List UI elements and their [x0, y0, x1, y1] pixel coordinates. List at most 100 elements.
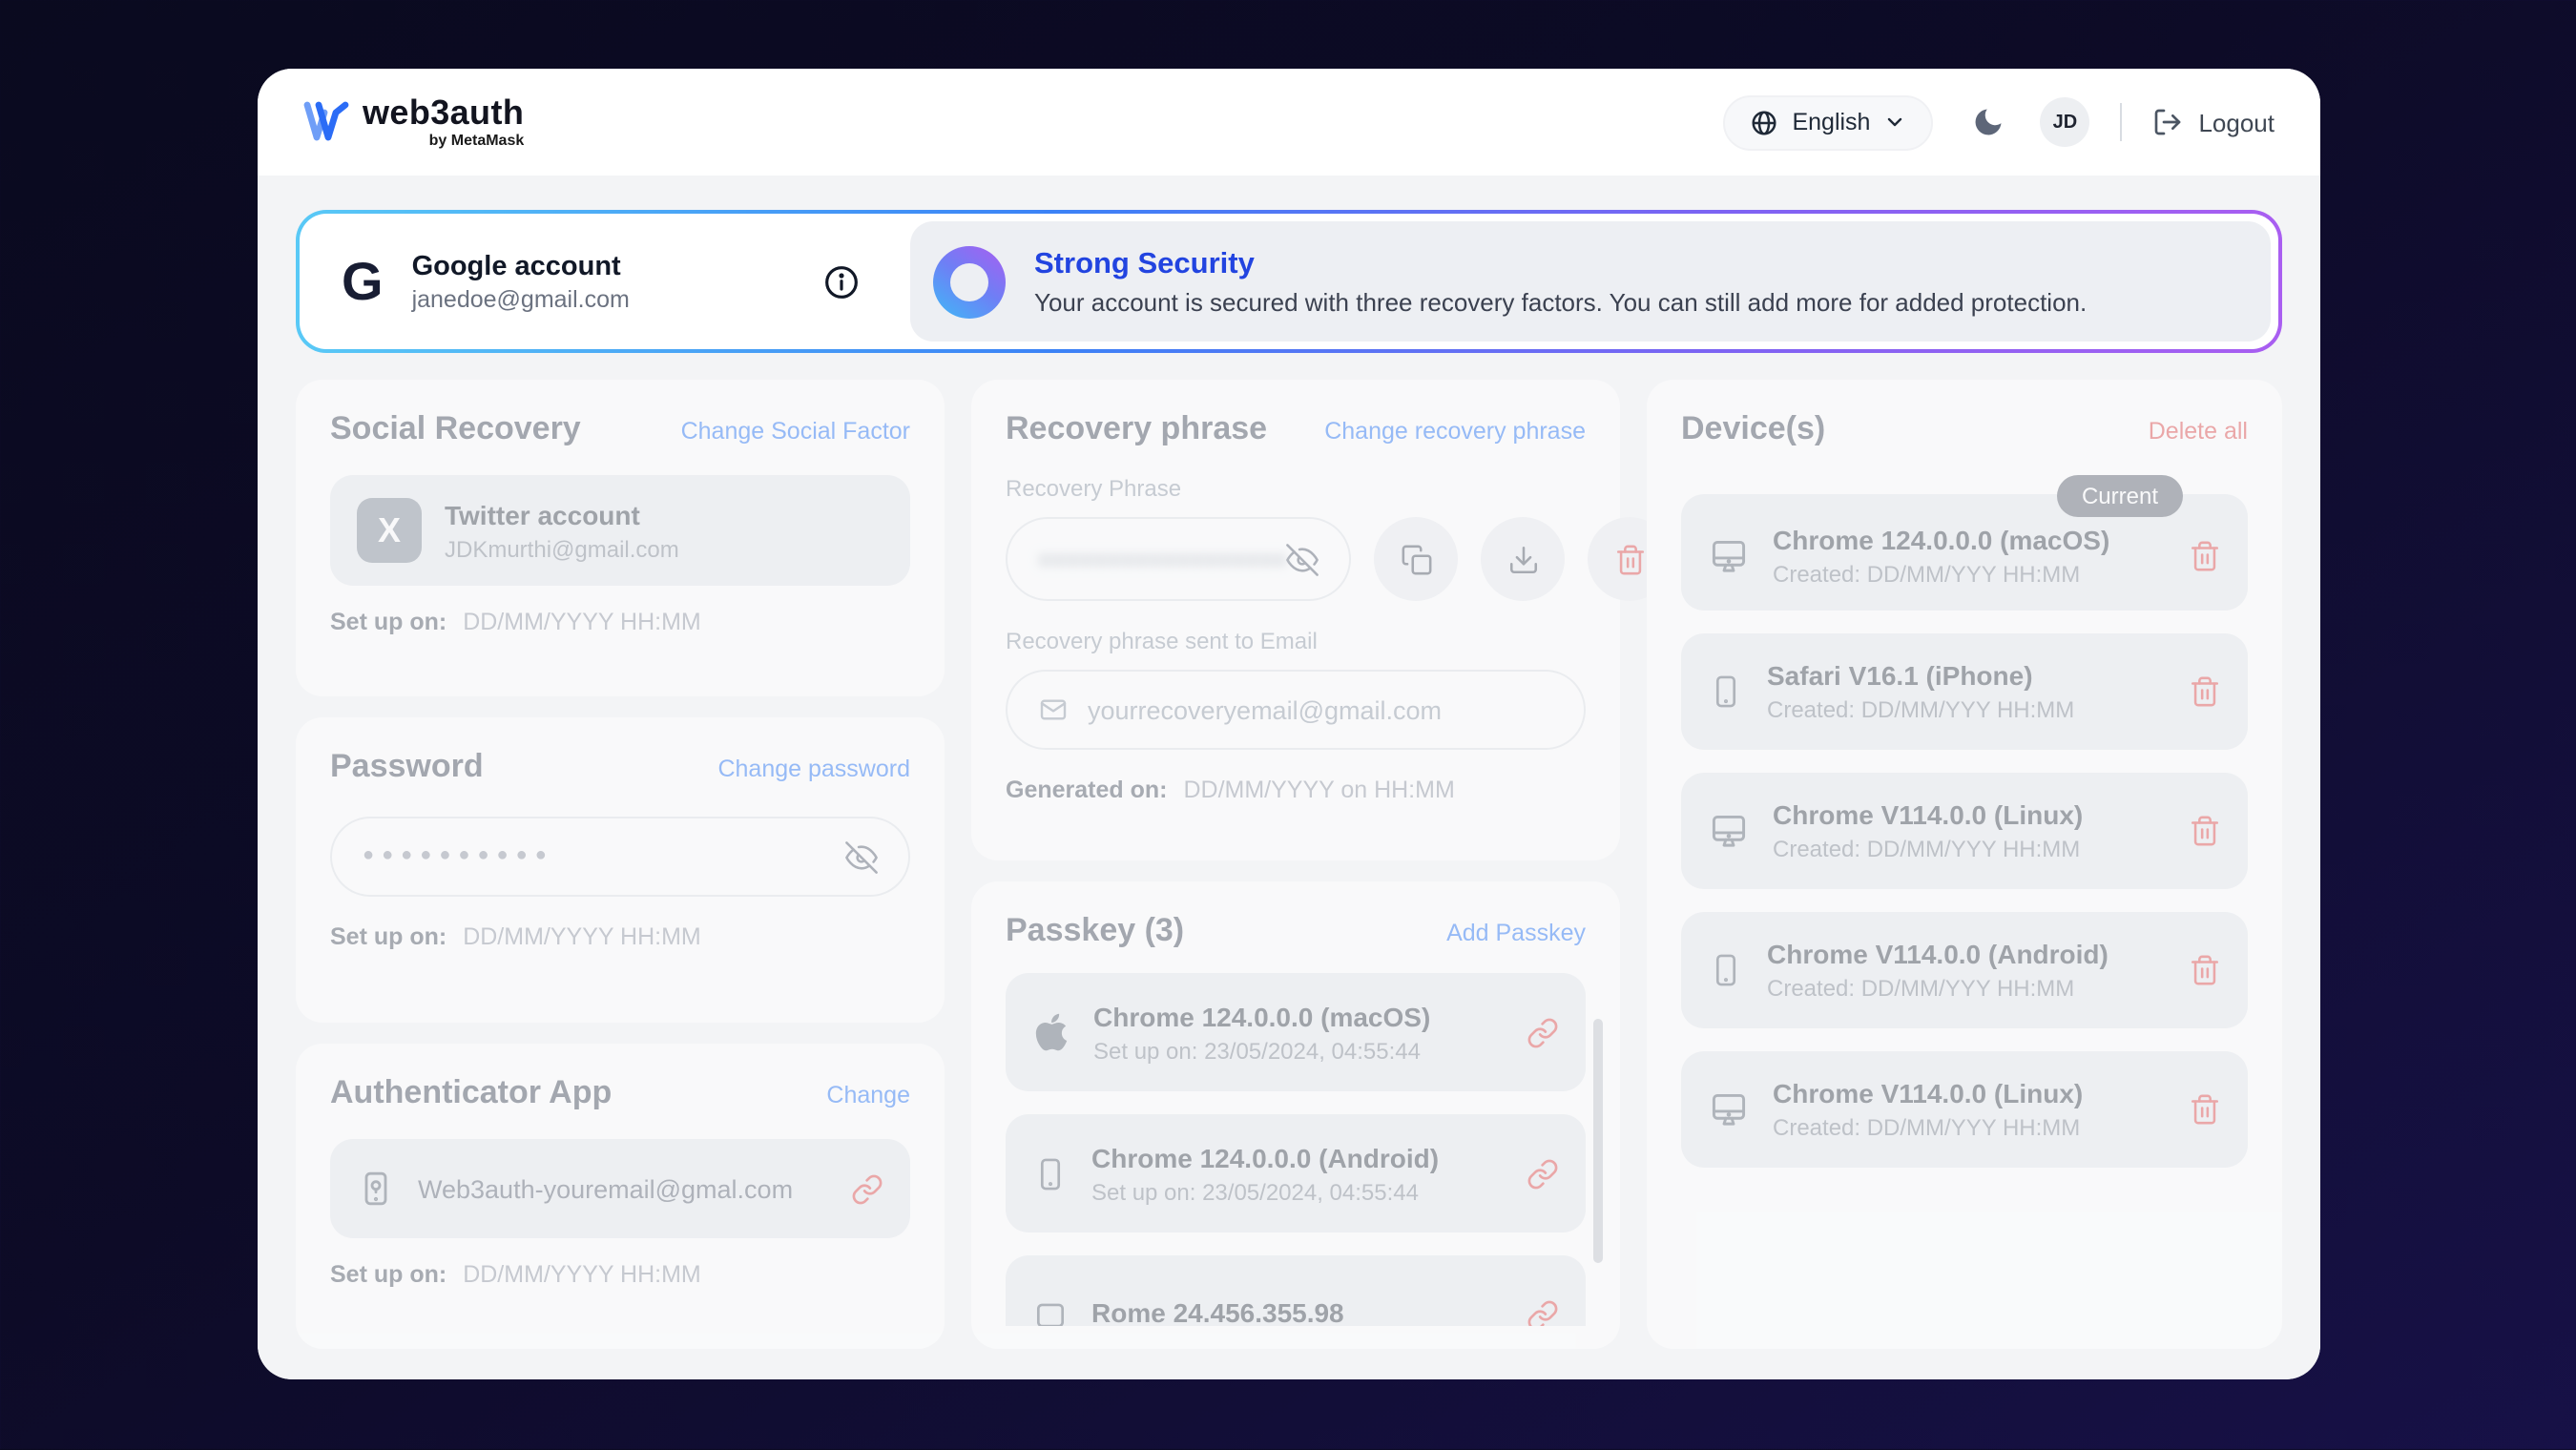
logout-label: Logout — [2198, 108, 2275, 136]
trash-icon[interactable] — [2189, 1093, 2221, 1126]
trash-icon[interactable] — [2189, 954, 2221, 986]
download-phrase-button[interactable] — [1482, 517, 1566, 601]
device-list: Chrome 124.0.0.0 (macOS) Created: DD/MM/… — [1681, 494, 2248, 1168]
change-social-factor-link[interactable]: Change Social Factor — [681, 418, 910, 445]
passkey-item-subtitle: Set up on: 23/05/2024, 04:55:44 — [1091, 1178, 1504, 1205]
chevron-down-icon — [1883, 111, 1906, 134]
device-title: Chrome V114.0.0 (Android) — [1767, 939, 2166, 969]
passkey-card: Passkey (3) Add Passkey Chrome 124.0.0.0… — [971, 881, 1620, 1349]
security-status-title: Strong Security — [1034, 247, 2087, 281]
app-header: web3auth by MetaMask English — [258, 69, 2320, 176]
device-created: Created: DD/MM/YYY HH:MM — [1773, 561, 2166, 588]
security-banner: G Google account janedoe@gmail.com — [296, 210, 2282, 353]
x-twitter-icon: X — [357, 498, 422, 563]
content-area: G Google account janedoe@gmail.com — [258, 176, 2320, 1379]
passkey-item-title: Rome 24.456.355.98 — [1091, 1296, 1504, 1326]
security-level-icon — [933, 245, 1006, 318]
recovery-phrase-label: Recovery Phrase — [1006, 475, 1586, 502]
info-icon[interactable] — [822, 262, 861, 300]
eye-off-icon[interactable] — [1287, 543, 1319, 575]
provider-email: janedoe@gmail.com — [412, 285, 630, 312]
device-title: Chrome 124.0.0.0 (macOS) — [1773, 525, 2166, 555]
web3auth-logo-icon — [303, 101, 349, 143]
authenticator-card: Authenticator App Change Web3auth-yourem… — [296, 1044, 945, 1349]
security-status-description: Your account is secured with three recov… — [1034, 287, 2087, 316]
trash-icon — [1614, 543, 1647, 575]
password-card: Password Change password ●●●●●●●●●● Set … — [296, 717, 945, 1023]
brand-name: web3auth — [363, 95, 524, 130]
security-status: Strong Security Your account is secured … — [910, 221, 2271, 342]
device-created: Created: DD/MM/YYY HH:MM — [1767, 696, 2166, 723]
device-item: Safari V16.1 (iPhone) Created: DD/MM/YYY… — [1681, 633, 2248, 750]
recovery-email-label: Recovery phrase sent to Email — [1006, 628, 1586, 654]
change-authenticator-link[interactable]: Change — [826, 1082, 910, 1108]
authenticator-title: Authenticator App — [330, 1074, 612, 1112]
recovery-phrase-field[interactable]: ●●●●●●●●●●●●●●●●●● — [1006, 517, 1352, 601]
link-icon[interactable] — [1527, 1298, 1559, 1326]
phone-icon — [1708, 672, 1744, 712]
setup-on-value: DD/MM/YYYY HH:MM — [463, 1261, 701, 1288]
generated-on-label: Generated on: — [1006, 777, 1168, 803]
authenticator-item: Web3auth-youremail@gmal.com — [330, 1139, 910, 1238]
password-masked-value: ●●●●●●●●●● — [363, 847, 845, 866]
trash-icon[interactable] — [2189, 540, 2221, 572]
phone-icon — [1708, 950, 1744, 990]
desktop-icon — [1708, 810, 1750, 852]
authenticator-phone-icon — [357, 1168, 395, 1210]
change-recovery-phrase-link[interactable]: Change recovery phrase — [1324, 418, 1586, 445]
setup-on-label: Set up on: — [330, 923, 447, 950]
authenticator-account: Web3auth-youremail@gmal.com — [418, 1174, 828, 1203]
add-passkey-link[interactable]: Add Passkey — [1446, 920, 1586, 946]
change-password-link[interactable]: Change password — [717, 756, 910, 782]
trash-icon[interactable] — [2189, 815, 2221, 847]
mail-icon — [1038, 694, 1069, 725]
provider-title: Google account — [412, 251, 630, 281]
recovery-phrase-hidden-value: ●●●●●●●●●●●●●●●●●● — [1038, 546, 1287, 572]
device-title: Chrome V114.0.0 (Linux) — [1773, 1078, 2166, 1108]
password-field[interactable]: ●●●●●●●●●● — [330, 817, 910, 897]
device-title: Safari V16.1 (iPhone) — [1767, 660, 2166, 691]
apple-icon — [1032, 1011, 1070, 1053]
avatar-initials: JD — [2053, 112, 2078, 133]
recovery-phrase-title: Recovery phrase — [1006, 410, 1267, 448]
link-icon[interactable] — [1527, 1016, 1559, 1048]
avatar[interactable]: JD — [2040, 97, 2089, 147]
device-created: Created: DD/MM/YYY HH:MM — [1767, 975, 2166, 1002]
scrollbar[interactable] — [1593, 1019, 1603, 1263]
password-title: Password — [330, 748, 484, 786]
phone-icon — [1032, 1153, 1069, 1193]
passkey-item-title: Chrome 124.0.0.0 (macOS) — [1093, 1001, 1504, 1031]
dark-mode-toggle[interactable] — [1971, 105, 2005, 139]
passkey-item: Chrome 124.0.0.0 (Android) Set up on: 23… — [1006, 1114, 1586, 1232]
desktop-icon — [1708, 1088, 1750, 1130]
delete-all-devices-link[interactable]: Delete all — [2149, 418, 2248, 445]
passkey-list: Chrome 124.0.0.0 (macOS) Set up on: 23/0… — [1006, 973, 1586, 1326]
social-recovery-card: Social Recovery Change Social Factor X T… — [296, 380, 945, 696]
device-item: Chrome V114.0.0 (Linux) Created: DD/MM/Y… — [1681, 1051, 2248, 1168]
recovery-email-field[interactable]: yourrecoveryemail@gmail.com — [1006, 670, 1586, 750]
logout-button[interactable]: Logout — [2152, 107, 2275, 137]
link-icon[interactable] — [1527, 1157, 1559, 1190]
trash-icon[interactable] — [2189, 675, 2221, 708]
app-window: web3auth by MetaMask English — [258, 69, 2320, 1379]
passkey-item-subtitle: Set up on: 23/05/2024, 04:55:44 — [1093, 1037, 1504, 1064]
language-selector[interactable]: English — [1723, 94, 1933, 150]
brand-logo: web3auth by MetaMask — [303, 95, 524, 149]
unlink-icon[interactable] — [851, 1172, 883, 1205]
copy-phrase-button[interactable] — [1375, 517, 1459, 601]
device-created: Created: DD/MM/YYY HH:MM — [1773, 836, 2166, 862]
twitter-account-item: X Twitter account JDKmurthi@gmail.com — [330, 475, 910, 586]
setup-on-label: Set up on: — [330, 1261, 447, 1288]
generated-on-value: DD/MM/YYYY on HH:MM — [1183, 777, 1454, 803]
globe-icon — [1750, 108, 1778, 136]
eye-off-icon[interactable] — [845, 840, 878, 873]
logout-icon — [2152, 107, 2183, 137]
page: web3auth by MetaMask English — [0, 0, 2576, 1450]
current-device-badge: Current — [2057, 475, 2183, 517]
device-item: Chrome V114.0.0 (Linux) Created: DD/MM/Y… — [1681, 773, 2248, 889]
devices-title: Device(s) — [1681, 410, 1825, 448]
twitter-account-email: JDKmurthi@gmail.com — [445, 535, 883, 562]
device-item: Chrome V114.0.0 (Android) Created: DD/MM… — [1681, 912, 2248, 1028]
setup-on-value: DD/MM/YYYY HH:MM — [463, 923, 701, 950]
login-provider: G Google account janedoe@gmail.com — [300, 214, 822, 349]
